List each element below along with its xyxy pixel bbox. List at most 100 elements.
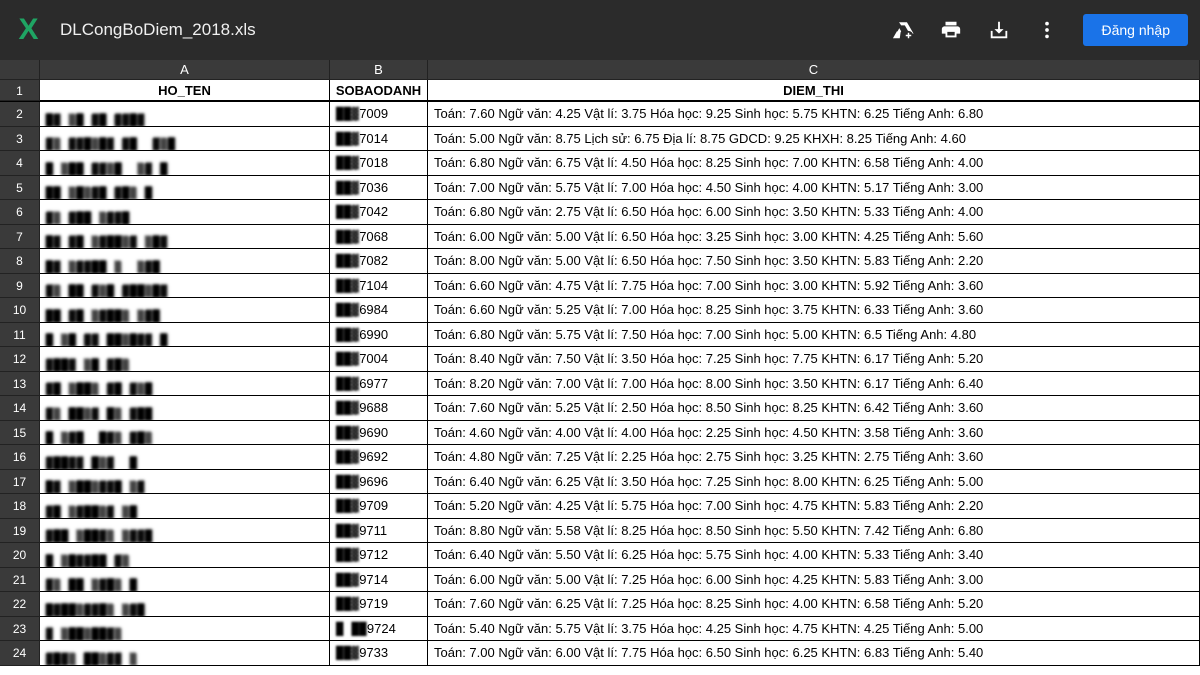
cell-ho-ten[interactable]: ▓█ ▒██▒ ▓█ ▓▒█ <box>40 372 330 397</box>
row-number[interactable]: 19 <box>0 519 40 544</box>
cell-sobaodanh[interactable]: ██▓7009 <box>330 102 428 127</box>
cell-sobaodanh[interactable]: ██▓7068 <box>330 225 428 250</box>
sign-in-button[interactable]: Đăng nhập <box>1083 14 1188 46</box>
cell-sobaodanh[interactable]: ██▓9712 <box>330 543 428 568</box>
add-to-drive-icon[interactable] <box>883 10 923 50</box>
cell-diem-thi[interactable]: Toán: 4.80 Ngữ văn: 7.25 Vật lí: 2.25 Hó… <box>428 445 1200 470</box>
cell-sobaodanh[interactable]: ██▓7104 <box>330 274 428 299</box>
cell-sobaodanh[interactable]: ██▓9733 <box>330 641 428 666</box>
cell-ho-ten[interactable]: █ ▒█▓▓██ ▓▒ <box>40 543 330 568</box>
cell-sobaodanh[interactable]: ██▓9714 <box>330 568 428 593</box>
cell-sobaodanh[interactable]: ██▓7082 <box>330 249 428 274</box>
row-number[interactable]: 24 <box>0 641 40 666</box>
cell-diem-thi[interactable]: Toán: 5.40 Ngữ văn: 5.75 Vật lí: 3.75 Hó… <box>428 617 1200 642</box>
column-header[interactable]: DIEM_THI <box>428 80 1200 101</box>
cell-ho-ten[interactable]: █▓ ▒█ ▓█ ▓▓█▓ <box>40 102 330 127</box>
cell-diem-thi[interactable]: Toán: 5.00 Ngữ văn: 8.75 Lịch sử: 6.75 Đ… <box>428 127 1200 152</box>
cell-ho-ten[interactable]: █▓ ▓█ ▒▓██▒▓ ▒█▓ <box>40 225 330 250</box>
cell-ho-ten[interactable]: ▓██▓▓ █▒▓ █ <box>40 445 330 470</box>
cell-diem-thi[interactable]: Toán: 6.60 Ngữ văn: 4.75 Vật lí: 7.75 Hó… <box>428 274 1200 299</box>
cell-diem-thi[interactable]: Toán: 6.00 Ngữ văn: 5.00 Vật lí: 6.50 Hó… <box>428 225 1200 250</box>
row-number[interactable]: 3 <box>0 127 40 152</box>
row-number[interactable]: 5 <box>0 176 40 201</box>
cell-ho-ten[interactable]: █ ▒██ ▓▓▒█ ▒▓ █ <box>40 151 330 176</box>
cell-ho-ten[interactable]: ▓█▓▒ ██▒▓▓ ▒ <box>40 641 330 666</box>
cell-sobaodanh[interactable]: ██▓9719 <box>330 592 428 617</box>
cell-diem-thi[interactable]: Toán: 6.80 Ngữ văn: 5.75 Vật lí: 7.50 Hó… <box>428 323 1200 348</box>
row-number[interactable]: 18 <box>0 494 40 519</box>
row-number[interactable]: 20 <box>0 543 40 568</box>
cell-sobaodanh[interactable]: ██▓9688 <box>330 396 428 421</box>
download-icon[interactable] <box>979 10 1019 50</box>
cell-ho-ten[interactable]: █▓ ▒▓▓██ ▒ ▒▓█ <box>40 249 330 274</box>
cell-ho-ten[interactable]: ▓▒ ██ ▒▓█▒ █ <box>40 568 330 593</box>
print-icon[interactable] <box>931 10 971 50</box>
column-letter[interactable]: C <box>428 60 1200 80</box>
cell-sobaodanh[interactable]: ██▓7042 <box>330 200 428 225</box>
cell-diem-thi[interactable]: Toán: 7.00 Ngữ văn: 6.00 Vật lí: 7.75 Hó… <box>428 641 1200 666</box>
cell-diem-thi[interactable]: Toán: 6.40 Ngữ văn: 6.25 Vật lí: 3.50 Hó… <box>428 470 1200 495</box>
row-number[interactable]: 8 <box>0 249 40 274</box>
column-letter[interactable]: A <box>40 60 330 80</box>
cell-ho-ten[interactable]: ▓ ▒██▒██▓▒ <box>40 617 330 642</box>
row-number[interactable]: 13 <box>0 372 40 397</box>
cell-diem-thi[interactable]: Toán: 7.60 Ngữ văn: 4.25 Vật lí: 3.75 Hó… <box>428 102 1200 127</box>
cell-ho-ten[interactable]: █ ▒▓█ █▓▒ ▓█▒ <box>40 421 330 446</box>
cell-ho-ten[interactable]: ██ ▒█▒▓█ ▓█▒ █ <box>40 176 330 201</box>
row-number[interactable]: 11 <box>0 323 40 348</box>
cell-diem-thi[interactable]: Toán: 4.60 Ngữ văn: 4.00 Vật lí: 4.00 Hó… <box>428 421 1200 446</box>
cell-sobaodanh[interactable]: ██▓9690 <box>330 421 428 446</box>
column-header[interactable]: SOBAODANH <box>330 80 428 101</box>
cell-diem-thi[interactable]: Toán: 6.80 Ngữ văn: 6.75 Vật lí: 4.50 Hó… <box>428 151 1200 176</box>
row-number[interactable]: 2 <box>0 102 40 127</box>
row-number[interactable]: 12 <box>0 347 40 372</box>
cell-ho-ten[interactable]: █▓██▒▓▓█▒ ▒▓█ <box>40 592 330 617</box>
corner-cell[interactable] <box>0 60 40 80</box>
cell-ho-ten[interactable]: ▓██▓ ▒█ ▓█▒ <box>40 347 330 372</box>
cell-ho-ten[interactable]: ▓▒ ██▒▓ █▒ ▓██ <box>40 396 330 421</box>
cell-diem-thi[interactable]: Toán: 6.60 Ngữ văn: 5.25 Vật lí: 7.00 Hó… <box>428 298 1200 323</box>
cell-ho-ten[interactable]: ▓▒ ██ ▓▒█ ▓██▒█▓ <box>40 274 330 299</box>
cell-sobaodanh[interactable]: ██▓9709 <box>330 494 428 519</box>
row-number[interactable]: 22 <box>0 592 40 617</box>
cell-diem-thi[interactable]: Toán: 8.00 Ngữ văn: 5.00 Vật lí: 6.50 Hó… <box>428 249 1200 274</box>
cell-sobaodanh[interactable]: ██▓7014 <box>330 127 428 152</box>
row-number[interactable]: 1 <box>0 80 40 101</box>
cell-sobaodanh[interactable]: ██▓6984 <box>330 298 428 323</box>
cell-ho-ten[interactable]: ██ ▓█ ▒▓██▒ ▒▓█ <box>40 298 330 323</box>
cell-ho-ten[interactable]: ▓█ ▒▓██▒▓ ▒█ <box>40 494 330 519</box>
cell-sobaodanh[interactable]: ██▓6977 <box>330 372 428 397</box>
cell-diem-thi[interactable]: Toán: 7.60 Ngữ văn: 6.25 Vật lí: 7.25 Hó… <box>428 592 1200 617</box>
cell-sobaodanh[interactable]: ██▓9692 <box>330 445 428 470</box>
row-number[interactable]: 14 <box>0 396 40 421</box>
cell-diem-thi[interactable]: Toán: 6.80 Ngữ văn: 2.75 Vật lí: 6.50 Hó… <box>428 200 1200 225</box>
cell-sobaodanh[interactable]: ██▓7036 <box>330 176 428 201</box>
cell-sobaodanh[interactable]: ██▓7004 <box>330 347 428 372</box>
column-header[interactable]: HO_TEN <box>40 80 330 101</box>
cell-ho-ten[interactable]: ▓▒ ▓▓█▒█▓ ▓█ ▓▒█ <box>40 127 330 152</box>
row-number[interactable]: 16 <box>0 445 40 470</box>
row-number[interactable]: 4 <box>0 151 40 176</box>
cell-diem-thi[interactable]: Toán: 6.40 Ngữ văn: 5.50 Vật lí: 6.25 Hó… <box>428 543 1200 568</box>
cell-ho-ten[interactable]: █ ▒█ ▓▓ ██▒█▓▓ █ <box>40 323 330 348</box>
cell-sobaodanh[interactable]: ██▓6990 <box>330 323 428 348</box>
row-number[interactable]: 21 <box>0 568 40 593</box>
cell-diem-thi[interactable]: Toán: 7.00 Ngữ văn: 5.75 Vật lí: 7.00 Hó… <box>428 176 1200 201</box>
cell-sobaodanh[interactable]: ██▓9696 <box>330 470 428 495</box>
row-number[interactable]: 10 <box>0 298 40 323</box>
cell-sobaodanh[interactable]: ██▓7018 <box>330 151 428 176</box>
cell-diem-thi[interactable]: Toán: 8.80 Ngữ văn: 5.58 Vật lí: 8.25 Hó… <box>428 519 1200 544</box>
row-number[interactable]: 15 <box>0 421 40 446</box>
cell-diem-thi[interactable]: Toán: 8.40 Ngữ văn: 7.50 Vật lí: 3.50 Hó… <box>428 347 1200 372</box>
column-letter[interactable]: B <box>330 60 428 80</box>
cell-diem-thi[interactable]: Toán: 6.00 Ngữ văn: 5.00 Vật lí: 7.25 Hó… <box>428 568 1200 593</box>
cell-diem-thi[interactable]: Toán: 8.20 Ngữ văn: 7.00 Vật lí: 7.00 Hó… <box>428 372 1200 397</box>
row-number[interactable]: 23 <box>0 617 40 642</box>
cell-sobaodanh[interactable]: ██▓9711 <box>330 519 428 544</box>
cell-sobaodanh[interactable]: █ ██9724 <box>330 617 428 642</box>
row-number[interactable]: 9 <box>0 274 40 299</box>
row-number[interactable]: 17 <box>0 470 40 495</box>
more-icon[interactable] <box>1027 10 1067 50</box>
cell-ho-ten[interactable]: █▓ ▒██▒▓▓█ ▒▓ <box>40 470 330 495</box>
cell-diem-thi[interactable]: Toán: 5.20 Ngữ văn: 4.25 Vật lí: 5.75 Hó… <box>428 494 1200 519</box>
